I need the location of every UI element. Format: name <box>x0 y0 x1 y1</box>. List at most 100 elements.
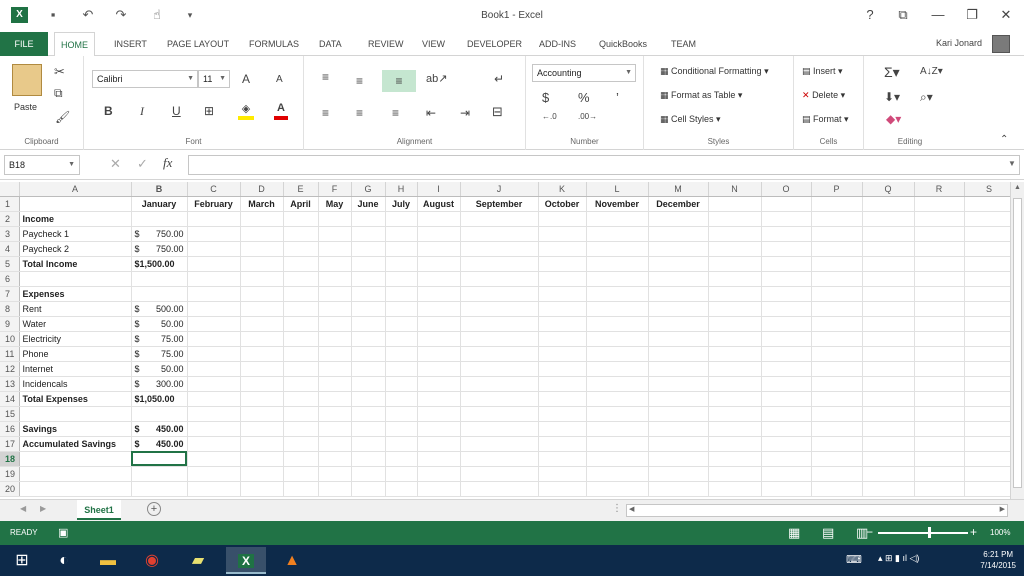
cell-b[interactable] <box>131 466 188 482</box>
cell-m[interactable] <box>648 466 709 482</box>
row-header[interactable]: 10 <box>0 331 20 347</box>
sort-filter-icon[interactable]: A↓Z▾ <box>920 66 943 77</box>
cell-i[interactable] <box>417 376 461 392</box>
column-header-m[interactable]: M <box>648 182 709 197</box>
cell-p[interactable] <box>811 451 863 467</box>
row-header[interactable]: 6 <box>0 271 20 287</box>
zoom-out-button[interactable]: − <box>866 525 873 539</box>
cell-f[interactable] <box>318 301 352 317</box>
cell-p[interactable] <box>811 406 863 422</box>
cell-f[interactable] <box>318 241 352 257</box>
bold-button[interactable]: B <box>104 104 113 118</box>
cell-e[interactable] <box>283 211 319 227</box>
cell-g[interactable] <box>351 331 386 347</box>
cell-f[interactable] <box>318 421 352 437</box>
row-header[interactable]: 2 <box>0 211 20 227</box>
cell-i[interactable] <box>417 406 461 422</box>
cell-p[interactable] <box>811 211 863 227</box>
cell-c[interactable] <box>187 286 241 302</box>
cell-j[interactable] <box>460 421 539 437</box>
cell-i[interactable] <box>417 226 461 242</box>
cell-s[interactable] <box>964 301 1015 317</box>
cell-e[interactable] <box>283 361 319 377</box>
cell-h[interactable] <box>385 331 418 347</box>
cell-s[interactable] <box>964 241 1015 257</box>
cell-h[interactable] <box>385 211 418 227</box>
row-header[interactable]: 17 <box>0 436 20 452</box>
cell-f[interactable] <box>318 451 352 467</box>
cell-h[interactable] <box>385 451 418 467</box>
cell-f[interactable] <box>318 286 352 302</box>
cell-i[interactable] <box>417 256 461 272</box>
cell-o[interactable] <box>761 256 812 272</box>
cell-r[interactable] <box>914 256 965 272</box>
windows-start-icon[interactable]: ⊞ <box>2 547 42 574</box>
cell-n[interactable] <box>708 391 762 407</box>
cell-n[interactable] <box>708 451 762 467</box>
cell-i[interactable] <box>417 436 461 452</box>
cell-j[interactable] <box>460 241 539 257</box>
cell-c[interactable] <box>187 346 241 362</box>
cell-r[interactable] <box>914 286 965 302</box>
insert-function-button[interactable]: fx <box>163 155 172 171</box>
row-header[interactable]: 18 <box>0 451 20 467</box>
cell-j[interactable] <box>460 256 539 272</box>
copy-icon[interactable]: ⧉ <box>54 86 63 101</box>
cell-l[interactable] <box>586 361 649 377</box>
column-header-p[interactable]: P <box>811 182 863 197</box>
cell-i[interactable] <box>417 241 461 257</box>
cell-e[interactable] <box>283 436 319 452</box>
align-center-icon[interactable]: ≡ <box>356 106 363 120</box>
cell-d[interactable] <box>240 211 284 227</box>
minimize-button[interactable]: — <box>923 5 953 25</box>
cell-f[interactable] <box>318 361 352 377</box>
cell-k[interactable]: October <box>538 196 587 212</box>
cell-q[interactable] <box>862 331 915 347</box>
cell-e[interactable] <box>283 256 319 272</box>
chrome-icon[interactable]: ◉ <box>132 547 172 574</box>
cell-n[interactable] <box>708 241 762 257</box>
taskbar-clock[interactable]: 6:21 PM 7/14/2015 <box>980 549 1016 571</box>
cell-f[interactable] <box>318 316 352 332</box>
cell-l[interactable] <box>586 301 649 317</box>
cell-g[interactable] <box>351 436 386 452</box>
cell-n[interactable] <box>708 211 762 227</box>
cell-h[interactable] <box>385 241 418 257</box>
cell-e[interactable] <box>283 406 319 422</box>
cell-m[interactable] <box>648 256 709 272</box>
column-header-n[interactable]: N <box>708 182 762 197</box>
font-color-icon[interactable]: A <box>274 102 288 120</box>
increase-indent-icon[interactable]: ⇥ <box>460 106 470 120</box>
worksheet-grid[interactable]: A B C D E F G H I J K L M N O P Q R S 1 January February March… <box>0 182 1024 499</box>
column-header-s[interactable]: S <box>964 182 1015 197</box>
cell-o[interactable] <box>761 436 812 452</box>
cell-m[interactable] <box>648 331 709 347</box>
cell-a[interactable]: Income <box>19 211 132 227</box>
cell-q[interactable] <box>862 376 915 392</box>
cell-m[interactable] <box>648 346 709 362</box>
cell-f[interactable] <box>318 436 352 452</box>
cell-e[interactable] <box>283 451 319 467</box>
cell-j[interactable] <box>460 301 539 317</box>
cell-s[interactable] <box>964 331 1015 347</box>
cell-a[interactable] <box>19 271 132 287</box>
cell-r[interactable] <box>914 451 965 467</box>
select-all-corner[interactable] <box>0 182 20 197</box>
cell-b[interactable]: $75.00 <box>131 346 188 362</box>
cell-e[interactable] <box>283 226 319 242</box>
row-header[interactable]: 7 <box>0 286 20 302</box>
align-top-icon[interactable]: ≡ <box>322 70 329 84</box>
align-left-icon[interactable]: ≡ <box>322 106 329 120</box>
cell-m[interactable] <box>648 391 709 407</box>
column-header-l[interactable]: L <box>586 182 649 197</box>
cell-s[interactable] <box>964 211 1015 227</box>
underline-button[interactable]: U <box>172 104 181 118</box>
ribbon-display-button[interactable]: ⧉ <box>888 5 918 25</box>
cell-s[interactable] <box>964 391 1015 407</box>
cell-o[interactable] <box>761 376 812 392</box>
cell-r[interactable] <box>914 481 965 497</box>
delete-cells-button[interactable]: ✕ Delete ▾ <box>802 90 845 101</box>
row-header[interactable]: 16 <box>0 421 20 437</box>
scroll-left-icon[interactable]: ◀ <box>629 505 634 513</box>
cell-f[interactable] <box>318 256 352 272</box>
